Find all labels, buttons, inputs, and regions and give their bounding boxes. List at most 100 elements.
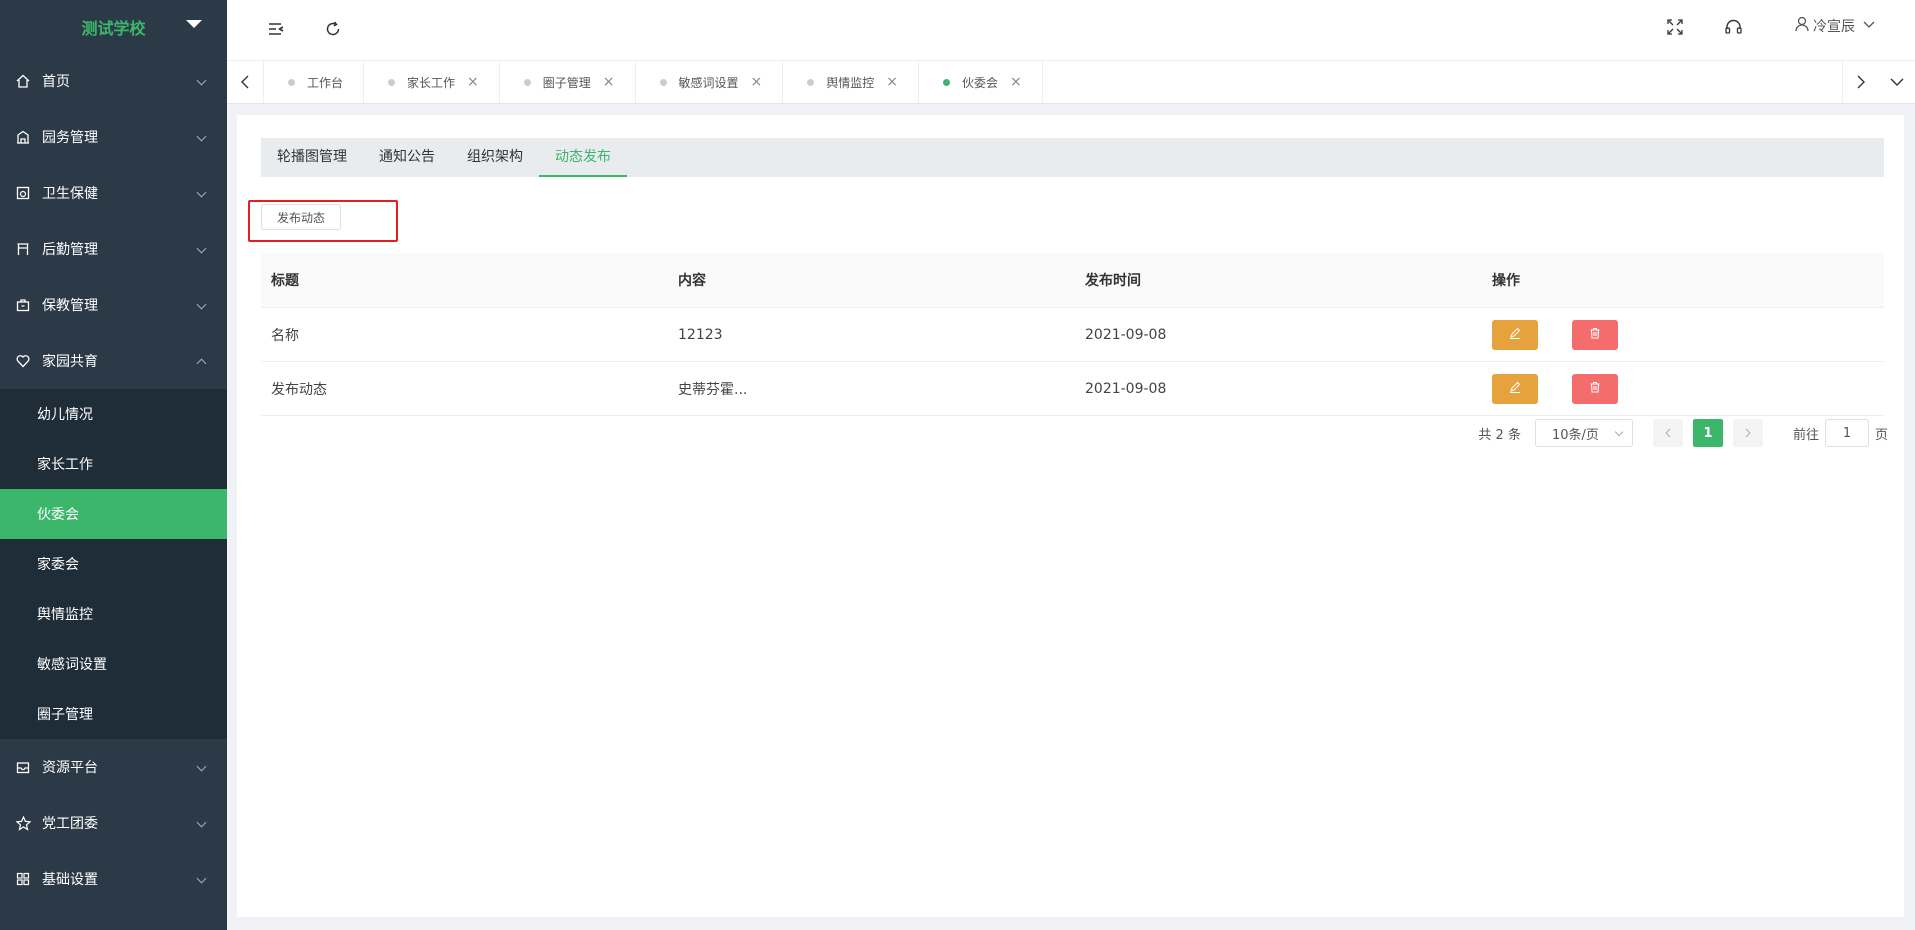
total-count: 共 2 条: [1478, 427, 1521, 443]
subtab-carousel[interactable]: 轮播图管理: [261, 138, 363, 177]
chevron-down-icon: [196, 187, 207, 198]
fullscreen-icon[interactable]: [1667, 19, 1683, 39]
sidebar: 测试学校 首页 园务管理 卫生保健 后勤管理 保教管理 家园共育 幼儿情况 家长…: [0, 0, 227, 930]
close-icon[interactable]: ×: [1010, 74, 1022, 90]
delete-button[interactable]: [1572, 319, 1619, 350]
sidebar-item-opinion-monitor[interactable]: 舆情监控: [0, 589, 227, 639]
chevron-down-icon: [196, 299, 207, 310]
delete-button[interactable]: [1572, 373, 1619, 404]
sub-label: 舆情监控: [37, 607, 93, 623]
tab-meal-committee[interactable]: 伙委会 ×: [919, 61, 1043, 103]
refresh-icon[interactable]: [324, 20, 342, 42]
tabs-menu-button[interactable]: [1879, 61, 1915, 103]
table-header-row: 标题 内容 发布时间 操作: [261, 253, 1884, 308]
tab-workbench[interactable]: 工作台: [264, 61, 365, 103]
menu-label: 后勤管理: [42, 242, 98, 258]
subtab-notices[interactable]: 通知公告: [363, 138, 451, 177]
close-icon[interactable]: ×: [603, 74, 615, 90]
menu-fold-icon[interactable]: [267, 20, 285, 42]
menu-item-home[interactable]: 首页: [0, 53, 227, 109]
chevron-down-icon: [196, 131, 207, 142]
chevron-down-icon: [196, 243, 207, 254]
close-icon[interactable]: ×: [751, 74, 763, 90]
tab-label: 敏感词设置: [678, 75, 739, 90]
publish-news-button[interactable]: 发布动态: [261, 204, 341, 230]
sub-label: 伙委会: [37, 507, 79, 523]
tab-sensitive-words[interactable]: 敏感词设置 ×: [636, 61, 784, 103]
inbox-icon: [15, 759, 31, 775]
tab-label: 伙委会: [962, 75, 999, 90]
cell-title: 名称: [261, 307, 668, 362]
menu-item-education[interactable]: 保教管理: [0, 277, 227, 333]
submenu: 幼儿情况 家长工作 伙委会 家委会 舆情监控 敏感词设置 圈子管理: [0, 389, 227, 739]
goto-page-input[interactable]: 1: [1824, 419, 1869, 447]
close-icon[interactable]: ×: [886, 74, 898, 90]
column-header-time: 发布时间: [1075, 253, 1482, 308]
menu-label: 党工团委: [42, 816, 98, 832]
page-size-select[interactable]: 10条/页: [1534, 419, 1633, 447]
pencil-icon: [1509, 327, 1521, 343]
cell-content: 12123: [668, 307, 1075, 362]
tabs-bar: 工作台 家长工作 × 圈子管理 × 敏感词设置 × 舆情监控 × 伙委会 ×: [227, 61, 1915, 104]
menu-item-settings[interactable]: 基础设置: [0, 851, 227, 907]
column-header-title: 标题: [261, 253, 668, 308]
menu-item-resources[interactable]: 资源平台: [0, 739, 227, 795]
pagination: 共 2 条 10条/页 1 前往 1 页: [1478, 419, 1888, 447]
tab-label: 舆情监控: [826, 75, 875, 90]
edit-button[interactable]: [1492, 373, 1538, 404]
subtab-organization[interactable]: 组织架构: [451, 138, 539, 177]
tab-parent-work[interactable]: 家长工作 ×: [364, 61, 500, 103]
pencil-icon: [1509, 381, 1521, 397]
dot-icon: [288, 78, 295, 86]
star-icon: [15, 815, 31, 831]
chevron-down-icon: [196, 817, 207, 828]
sidebar-item-circles[interactable]: 圈子管理: [0, 689, 227, 739]
chevron-up-icon: [196, 358, 207, 369]
menu-label: 卫生保健: [42, 186, 98, 202]
tab-opinion-monitor[interactable]: 舆情监控 ×: [783, 61, 920, 103]
tab-circles[interactable]: 圈子管理 ×: [500, 61, 636, 103]
column-header-content: 内容: [668, 253, 1075, 308]
next-page-button[interactable]: [1732, 419, 1763, 447]
menu-item-party[interactable]: 党工团委: [0, 795, 227, 851]
headset-icon[interactable]: [1724, 18, 1743, 41]
dot-icon: [659, 78, 667, 86]
user-menu[interactable]: 冷宣辰: [1794, 16, 1875, 36]
menu-item-coparenting[interactable]: 家园共育: [0, 333, 227, 389]
sub-label: 家长工作: [37, 457, 93, 473]
chevron-down-icon: [196, 761, 207, 772]
caret-down-icon[interactable]: [186, 20, 202, 28]
menu-item-health[interactable]: 卫生保健: [0, 165, 227, 221]
subtab-news-publish[interactable]: 动态发布: [539, 138, 627, 177]
dot-icon: [943, 78, 951, 86]
school-switcher[interactable]: 测试学校: [0, 0, 227, 53]
sidebar-item-children[interactable]: 幼儿情况: [0, 389, 227, 439]
close-icon[interactable]: ×: [467, 74, 479, 90]
tabs-scroll-left-button[interactable]: [227, 61, 264, 103]
sub-label: 圈子管理: [37, 707, 93, 723]
chevron-down-icon: [1863, 18, 1875, 34]
goto-page: 前往 1 页: [1793, 419, 1888, 447]
grid-icon: [15, 871, 31, 887]
prev-page-button[interactable]: [1652, 419, 1683, 447]
tabs-scroll-right-button[interactable]: [1842, 61, 1879, 103]
table-row: 名称 12123 2021-09-08: [261, 307, 1884, 362]
store-icon: [15, 241, 31, 257]
edit-button[interactable]: [1492, 319, 1538, 350]
goto-suffix: 页: [1874, 427, 1888, 443]
page-number-button[interactable]: 1: [1692, 419, 1723, 447]
cell-content: 史蒂芬霍...: [668, 361, 1075, 416]
briefcase-icon: [15, 297, 31, 313]
menu-item-affairs[interactable]: 园务管理: [0, 109, 227, 165]
menu-label: 园务管理: [42, 130, 98, 146]
building-icon: [15, 129, 31, 145]
news-table: 标题 内容 发布时间 操作 名称 12123 2021-09-08 发布动态 史…: [261, 253, 1884, 416]
sidebar-item-meal-committee[interactable]: 伙委会: [0, 489, 227, 539]
cell-time: 2021-09-08: [1075, 361, 1482, 416]
sidebar-item-parent-work[interactable]: 家长工作: [0, 439, 227, 489]
sidebar-item-parent-committee[interactable]: 家委会: [0, 539, 227, 589]
sub-label: 幼儿情况: [37, 407, 93, 423]
menu-item-logistics[interactable]: 后勤管理: [0, 221, 227, 277]
tab-label: 家长工作: [407, 75, 456, 90]
sidebar-item-sensitive-words[interactable]: 敏感词设置: [0, 639, 227, 689]
